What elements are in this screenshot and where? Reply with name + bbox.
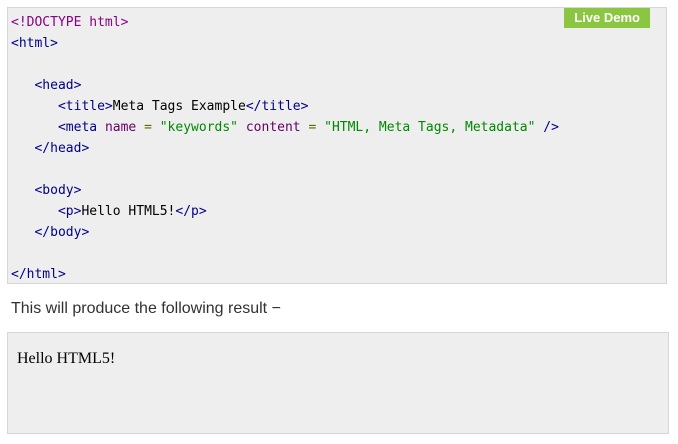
meta-open-token: <meta — [57, 120, 98, 135]
code-line-meta: <meta name = "keywords" content = "HTML,… — [11, 117, 666, 138]
result-intro-text: This will produce the following result − — [11, 300, 281, 317]
code-line-body-close: </body> — [11, 222, 666, 243]
live-demo-button[interactable]: Live Demo — [564, 8, 650, 28]
code-example-box: Live Demo <!DOCTYPE html> <html> <head> <… — [7, 7, 667, 284]
code-line-body-open: <body> — [11, 180, 666, 201]
code-line-html-open: <html> — [11, 33, 666, 54]
head-open-token: <head> — [34, 78, 82, 93]
p-open-token: <p> — [57, 204, 82, 219]
code-line-html-close: </html> — [11, 264, 666, 285]
code-line-paragraph: <p>Hello HTML5!</p> — [11, 201, 666, 222]
title-text-token: Meta Tags Example — [112, 99, 246, 114]
meta-name-value: "keywords" — [159, 120, 239, 135]
code-line-title: <title>Meta Tags Example</title> — [11, 96, 666, 117]
meta-eq1-token: = — [136, 120, 160, 135]
meta-content-attr: content — [245, 120, 301, 135]
result-output-text: Hello HTML5! — [17, 350, 116, 367]
body-open-token: <body> — [34, 183, 82, 198]
head-close-token: </head> — [34, 141, 90, 156]
meta-close-token: /> — [543, 120, 559, 135]
body-close-token: </body> — [34, 225, 90, 240]
meta-eq2-token: = — [300, 120, 325, 135]
html-close-token: </html> — [11, 267, 66, 282]
p-text-token: Hello HTML5! — [81, 204, 176, 219]
code-line-head-open: <head> — [11, 75, 666, 96]
meta-content-value: "HTML, Meta Tags, Metadata" — [324, 120, 536, 135]
title-close-token: </title> — [245, 99, 309, 114]
code-block: <!DOCTYPE html> <html> <head> <title>Meta… — [8, 8, 666, 285]
title-open-token: <title> — [57, 99, 113, 114]
html-open-token: <html> — [11, 36, 58, 51]
p-close-token: </p> — [175, 204, 207, 219]
code-line-head-close: </head> — [11, 138, 666, 159]
result-output-box: Hello HTML5! — [7, 332, 669, 434]
meta-name-attr: name — [104, 120, 137, 135]
doctype-token: <!DOCTYPE html> — [11, 15, 129, 30]
